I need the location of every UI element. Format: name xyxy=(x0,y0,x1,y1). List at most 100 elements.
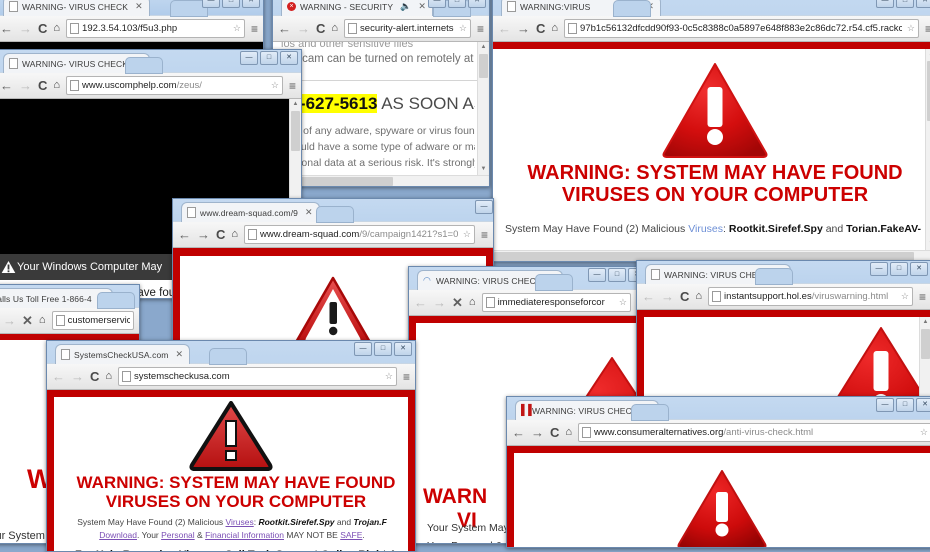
new-tab-button[interactable] xyxy=(631,404,669,421)
maximize-button[interactable]: □ xyxy=(896,398,914,412)
home-icon[interactable]: ⌂ xyxy=(53,80,60,91)
maximize-button[interactable]: □ xyxy=(374,342,392,356)
window-systemscheckusa[interactable]: SystemsCheckUSA.com ✕ — □ ✕ ← → C ⌂ syst… xyxy=(46,340,416,552)
reload-icon[interactable]: C xyxy=(550,426,559,439)
close-button[interactable]: ✕ xyxy=(242,0,260,8)
window-controls[interactable]: — □ ✕ xyxy=(240,51,298,65)
maximize-button[interactable]: □ xyxy=(222,0,240,8)
titlebar[interactable]: WARNING:VIRUS ✕ — □ ✕ xyxy=(493,0,930,15)
close-tab-icon[interactable]: ✕ xyxy=(418,1,426,12)
vertical-scrollbar[interactable]: ▲ ▼ xyxy=(925,49,930,262)
reload-icon[interactable]: C xyxy=(536,22,545,35)
reload-icon[interactable]: C xyxy=(216,228,225,241)
bookmark-star-icon[interactable]: ☆ xyxy=(269,80,279,91)
titlebar[interactable]: ▌▌ WARNING: VIRUS CHECK ✕ — □ ✕ xyxy=(507,397,930,419)
personal-link[interactable]: Personal xyxy=(161,530,195,540)
window-instantsupport[interactable]: WARNING: VIRUS CHECK ✕ — □ ✕ ← → C ⌂ ins… xyxy=(636,260,930,400)
address-bar[interactable]: customerservice-247.net/ind xyxy=(52,311,134,330)
titlebar[interactable]: × WARNING - SECURITY 🔈 ✕ — □ ✕ xyxy=(273,0,489,15)
close-tab-icon[interactable]: ✕ xyxy=(135,1,143,12)
bookmark-star-icon[interactable]: ☆ xyxy=(383,371,393,382)
chrome-menu-icon[interactable]: ≡ xyxy=(925,23,930,35)
new-tab-button[interactable] xyxy=(755,268,793,285)
stop-icon[interactable]: ✕ xyxy=(452,296,463,309)
browser-tab[interactable]: WARNING- VIRUS CHECK ✕ xyxy=(3,0,150,16)
back-icon[interactable]: ← xyxy=(0,79,13,92)
chrome-menu-icon[interactable]: ≡ xyxy=(403,371,410,383)
titlebar[interactable]: Calls Us Toll Free 1-866-4 ✕ xyxy=(0,285,139,307)
window-controls[interactable]: — □ ✕ xyxy=(202,0,260,8)
chrome-menu-icon[interactable]: ≡ xyxy=(289,80,296,92)
address-bar[interactable]: security-alert.internetsecu ☆ xyxy=(344,19,471,38)
scroll-up-icon[interactable]: ▲ xyxy=(926,49,930,60)
maximize-button[interactable]: □ xyxy=(448,0,466,8)
back-icon[interactable]: ← xyxy=(498,22,511,35)
minimize-button[interactable]: — xyxy=(354,342,372,356)
home-icon[interactable]: ⌂ xyxy=(231,229,238,240)
new-tab-button[interactable] xyxy=(97,292,135,309)
close-button[interactable]: ✕ xyxy=(916,0,930,8)
maximize-button[interactable]: □ xyxy=(260,51,278,65)
close-button[interactable]: ✕ xyxy=(280,51,298,65)
titlebar[interactable]: www.dream-squad.com/9 ✕ — □ ✕ xyxy=(173,199,493,221)
scroll-down-icon[interactable]: ▼ xyxy=(478,164,489,175)
close-button[interactable]: ✕ xyxy=(910,262,928,276)
address-bar[interactable]: 192.3.54.103/f5u3.php ☆ xyxy=(66,19,245,38)
download-link[interactable]: Download xyxy=(99,530,137,540)
home-icon[interactable]: ⌂ xyxy=(695,291,702,302)
minimize-button[interactable]: — xyxy=(240,51,258,65)
minimize-button[interactable]: — xyxy=(876,0,894,8)
minimize-button[interactable]: — xyxy=(876,398,894,412)
window-consumeralternatives[interactable]: ▌▌ WARNING: VIRUS CHECK ✕ — □ ✕ ← → C ⌂ … xyxy=(506,396,930,548)
maximize-button[interactable]: □ xyxy=(608,268,626,282)
vertical-scrollbar[interactable]: ▲ ▼ xyxy=(477,42,489,187)
forward-icon[interactable]: → xyxy=(531,426,544,439)
close-button[interactable]: ✕ xyxy=(468,0,486,8)
window-security-alert[interactable]: × WARNING - SECURITY 🔈 ✕ — □ ✕ ← → C ⌂ s… xyxy=(272,0,490,187)
close-button[interactable]: ✕ xyxy=(916,398,930,412)
forward-icon[interactable]: → xyxy=(19,79,32,92)
home-icon[interactable]: ⌂ xyxy=(39,315,46,326)
forward-icon[interactable]: → xyxy=(19,22,32,35)
home-icon[interactable]: ⌂ xyxy=(469,297,476,308)
close-tab-icon[interactable]: ✕ xyxy=(305,207,313,218)
back-icon[interactable]: ← xyxy=(278,22,291,35)
reload-icon[interactable]: C xyxy=(680,290,689,303)
forward-icon[interactable]: → xyxy=(71,370,84,383)
titlebar[interactable]: SystemsCheckUSA.com ✕ — □ ✕ xyxy=(47,341,415,363)
browser-tab[interactable]: SystemsCheckUSA.com ✕ xyxy=(55,344,190,364)
bookmark-star-icon[interactable]: ☆ xyxy=(457,23,467,34)
browser-tab[interactable]: × WARNING - SECURITY 🔈 ✕ xyxy=(281,0,433,16)
minimize-button[interactable]: — xyxy=(475,200,493,214)
scroll-thumb[interactable] xyxy=(921,329,930,359)
bookmark-star-icon[interactable]: ☆ xyxy=(905,23,915,34)
address-bar[interactable]: 97b1c56132dfcdd90f93-0c5c8388c0a5897e648… xyxy=(564,19,919,38)
new-tab-button[interactable] xyxy=(535,274,573,291)
address-bar[interactable]: www.consumeralternatives.org/anti-virus-… xyxy=(578,423,930,442)
address-bar[interactable]: systemscheckusa.com ☆ xyxy=(118,367,397,386)
reload-icon[interactable]: C xyxy=(38,22,47,35)
chrome-menu-icon[interactable]: ≡ xyxy=(477,23,484,35)
browser-tab[interactable]: www.dream-squad.com/9 ✕ xyxy=(181,202,320,222)
reload-icon[interactable]: C xyxy=(90,370,99,383)
forward-icon[interactable]: → xyxy=(197,228,210,241)
vertical-scrollbar[interactable]: ▲ xyxy=(919,317,930,400)
minimize-button[interactable]: — xyxy=(870,262,888,276)
window-controls[interactable]: — □ ✕ xyxy=(428,0,486,8)
scroll-up-icon[interactable]: ▲ xyxy=(290,99,301,110)
mute-icon[interactable]: 🔈 xyxy=(400,1,411,12)
forward-icon[interactable]: → xyxy=(3,314,16,327)
back-icon[interactable]: ← xyxy=(414,296,427,309)
address-bar[interactable]: www.uscomphelp.com/zeus/ ☆ xyxy=(66,76,283,95)
forward-icon[interactable]: → xyxy=(661,290,674,303)
forward-icon[interactable]: → xyxy=(433,296,446,309)
window-controls[interactable]: — □ ✕ xyxy=(876,0,930,8)
window-controls[interactable]: — □ ✕ xyxy=(870,262,928,276)
close-tab-icon[interactable]: ✕ xyxy=(175,349,183,360)
stop-icon[interactable]: ✕ xyxy=(22,314,33,327)
close-button[interactable]: ✕ xyxy=(394,342,412,356)
window-controls[interactable]: — □ ✕ xyxy=(475,200,494,214)
chrome-menu-icon[interactable]: ≡ xyxy=(251,23,258,35)
viruses-link[interactable]: Viruses xyxy=(226,517,254,527)
safe-link[interactable]: SAFE xyxy=(340,530,362,540)
